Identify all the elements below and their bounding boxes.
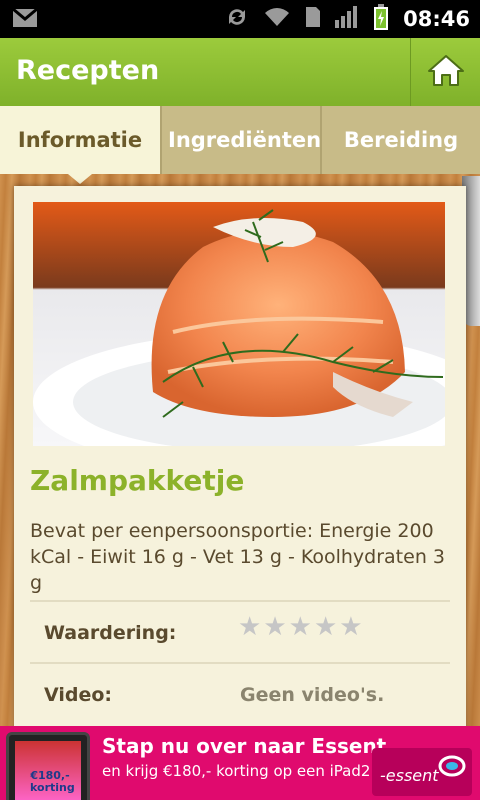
ad-subline: en krijg €180,- korting op een iPad2! xyxy=(102,762,377,780)
tab-ingredienten[interactable]: Ingrediënten xyxy=(160,106,320,174)
rating-label: Waardering: xyxy=(44,622,177,644)
recipe-description: Bevat per eenpersoonsportie: Energie 200… xyxy=(30,520,445,594)
clock-time: 08:46 xyxy=(403,7,470,31)
app-bar: Recepten xyxy=(0,38,480,106)
tab-bereiding[interactable]: Bereiding xyxy=(320,106,480,174)
video-label: Video: xyxy=(44,684,113,706)
star-icon[interactable]: ★ xyxy=(339,614,362,640)
gmail-icon xyxy=(12,7,38,32)
rating-stars[interactable]: ★ ★ ★ ★ ★ xyxy=(238,614,363,640)
app-title: Recepten xyxy=(16,55,160,86)
essent-logo-text: -essent xyxy=(380,766,439,785)
home-icon xyxy=(427,53,465,91)
star-icon[interactable]: ★ xyxy=(238,614,261,640)
star-icon[interactable]: ★ xyxy=(314,614,337,640)
recipe-title: Zalmpakketje xyxy=(30,464,245,497)
sim-icon xyxy=(305,6,321,32)
active-tab-pointer xyxy=(68,174,92,184)
signal-icon xyxy=(335,6,359,32)
wifi-icon xyxy=(263,6,291,32)
recipe-card: Zalmpakketje Bevat per eenpersoonsportie… xyxy=(14,186,466,746)
tab-bar: Informatie Ingrediënten Bereiding xyxy=(0,106,480,174)
star-icon[interactable]: ★ xyxy=(263,614,286,640)
divider xyxy=(30,662,450,664)
sync-icon xyxy=(225,5,249,33)
star-icon[interactable]: ★ xyxy=(289,614,312,640)
status-bar: 08:46 xyxy=(0,0,480,38)
divider xyxy=(30,600,450,602)
recipe-photo xyxy=(33,202,445,446)
essent-swirl-icon xyxy=(438,755,466,777)
tab-informatie[interactable]: Informatie xyxy=(0,106,160,174)
home-button[interactable] xyxy=(410,38,480,106)
video-value: Geen video's. xyxy=(240,684,385,706)
discount-badge-text: €180,- korting xyxy=(30,769,75,794)
battery-charging-icon xyxy=(373,4,389,34)
ad-headline: Stap nu over naar Essent xyxy=(102,734,387,758)
